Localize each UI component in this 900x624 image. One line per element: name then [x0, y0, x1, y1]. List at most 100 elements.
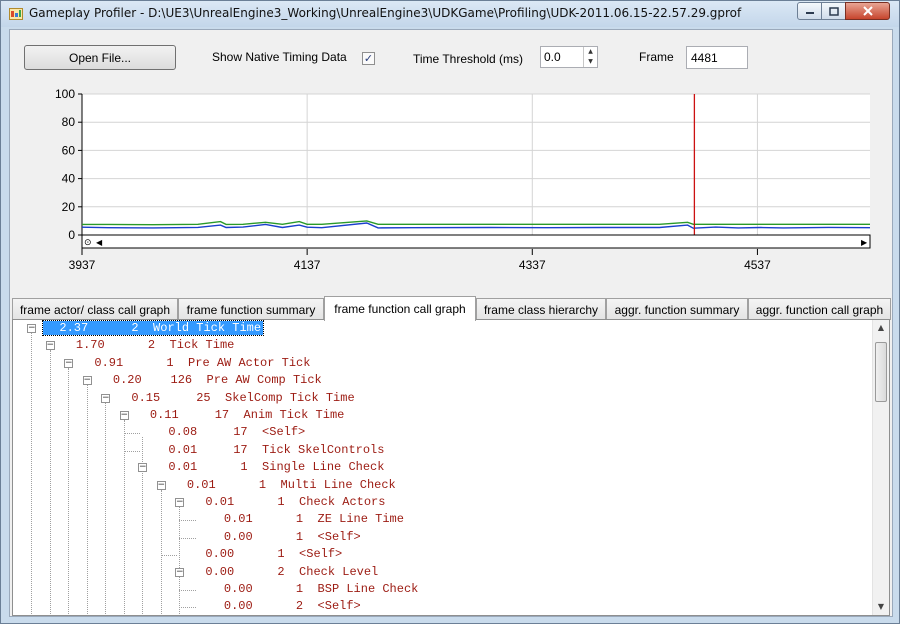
tree-row[interactable]: 0.00 1 <Self> [191, 546, 342, 563]
tree-row-name: SkelComp Tick Time [210, 390, 355, 405]
tree-row-time: 0.20 [98, 373, 142, 388]
tree-collapse-icon[interactable]: − [138, 463, 147, 473]
tree-row-name: Check Level [284, 564, 379, 579]
tree-row-count: 2 [234, 564, 285, 579]
tree-row[interactable]: 0.00 2 Check Level [191, 564, 378, 581]
tree-row[interactable]: 0.01 17 Tick SkelControls [154, 442, 384, 459]
tab-frame-function-call-graph[interactable]: frame function call graph [324, 296, 476, 321]
minimize-icon [805, 12, 814, 14]
y-tick-label: 80 [62, 115, 76, 129]
tree-row-name: Single Line Check [247, 460, 385, 475]
close-icon [862, 6, 873, 16]
tree-row[interactable]: 0.01 1 Single Line Check [154, 459, 384, 476]
tree-row-name: <Self> [284, 547, 343, 562]
tree-row[interactable]: 0.15 25 SkelComp Tick Time [117, 390, 355, 407]
tree-row[interactable]: 0.08 17 <Self> [154, 424, 305, 441]
tree-row-text: 0.20 126 Pre AW Comp Tick [99, 373, 322, 387]
tree-row-name: <Self> [303, 599, 361, 614]
chart-scrollbar[interactable] [81, 234, 871, 249]
tab-aggr-function-call-graph[interactable]: aggr. function call graph [748, 298, 891, 320]
time-threshold-input[interactable]: 0.0 ▲ ▼ [540, 46, 598, 68]
y-tick-label: 60 [62, 143, 76, 157]
tree-row-name: Check Actors [284, 495, 386, 509]
tree-row-time: 0.15 [117, 390, 161, 405]
y-tick-label: 20 [62, 200, 76, 214]
spin-up-button[interactable]: ▲ [583, 47, 597, 57]
show-native-checkbox[interactable]: ✓ [362, 52, 375, 65]
tree-row-time: 0.00 [191, 564, 235, 579]
tree-row-count: 1 [197, 460, 248, 475]
close-button[interactable] [845, 2, 890, 20]
tree-row[interactable]: 0.20 126 Pre AW Comp Tick [99, 372, 322, 389]
scroll-up-arrow[interactable]: ▲ [873, 320, 889, 336]
scroll-down-arrow[interactable]: ▼ [873, 599, 889, 615]
tree-collapse-icon[interactable]: − [175, 567, 184, 577]
maximize-button[interactable] [821, 2, 846, 20]
frame-input[interactable]: 4481 [686, 46, 748, 69]
tree-row-time: 0.01 [154, 460, 198, 475]
tree-connector [179, 607, 196, 609]
tree-row[interactable]: 1.70 2 Tick Time [62, 337, 234, 354]
tree-collapse-icon[interactable]: − [45, 341, 55, 351]
tree-collapse-icon[interactable]: − [175, 498, 184, 507]
tree-collapse-icon[interactable]: − [119, 411, 129, 420]
tree-guide-line [123, 420, 125, 615]
call-graph-tree[interactable]: − 2.37 2 World Tick Time − 1.70 2 Tick Ti… [12, 319, 890, 616]
view-tabs: frame actor/ class call graph frame funct… [12, 296, 892, 321]
tree-row-time: 2.37 [45, 321, 89, 335]
tab-aggr-function-summary[interactable]: aggr. function summary [606, 298, 748, 320]
plot-area [82, 94, 870, 235]
tree-collapse-icon[interactable]: − [156, 480, 166, 490]
tree-row-count: 25 [160, 390, 211, 405]
tree-row-text: 0.00 1 <Self> [210, 530, 361, 544]
tree-guide-line [105, 402, 106, 615]
tree-connector [179, 520, 196, 522]
timing-chart-svg: 0 20 40 60 80 100 3937 4137 4337 4537 ⊙ ◀ ▶ [55, 87, 871, 272]
tab-frame-function-summary[interactable]: frame function summary [178, 298, 324, 320]
tree-row-time: 0.01 [172, 477, 216, 492]
tree-collapse-icon[interactable]: − [82, 376, 92, 386]
tree-row[interactable]: 0.01 1 ZE Line Time [210, 511, 404, 528]
tab-frame-actor-class-call-graph[interactable]: frame actor/ class call graph [12, 298, 178, 320]
minimize-button[interactable] [797, 2, 822, 20]
spin-down-button[interactable]: ▼ [583, 57, 597, 67]
tree-row-time: 0.00 [209, 582, 253, 596]
timing-chart[interactable]: 0 20 40 60 80 100 3937 4137 4337 4537 ⊙ ◀ ▶ [50, 86, 890, 276]
scroll-right-arrow[interactable]: ▶ [861, 238, 868, 247]
scroll-left-arrow[interactable]: ◀ [96, 238, 103, 247]
tree-collapse-icon[interactable]: − [27, 324, 36, 333]
tree-guide-line [31, 333, 32, 615]
tree-row[interactable]: 0.01 1 Multi Line Check [173, 477, 396, 494]
title-bar[interactable]: Gameplay Profiler - D:\UE3\UnrealEngine3… [1, 1, 899, 27]
tab-frame-class-hierarchy[interactable]: frame class hierarchy [476, 298, 606, 320]
tree-row-count: 1 [234, 547, 285, 562]
tree-row-time: 0.01 [191, 495, 235, 509]
tree-row[interactable]: 0.91 1 Pre AW Actor Tick [80, 355, 310, 372]
tree-collapse-icon[interactable]: − [64, 358, 73, 368]
maximize-icon [828, 6, 839, 16]
time-threshold-label: Time Threshold (ms) [413, 52, 524, 66]
tree-row-count: 1 [215, 477, 267, 492]
tree-row-name: World Tick Time [138, 321, 262, 335]
tree-row-text: 0.00 2 <Self> [210, 599, 361, 613]
tree-row-count: 1 [252, 529, 304, 544]
y-tick-label: 40 [62, 172, 76, 186]
tree-row[interactable]: 0.00 1 BSP Line Check [209, 581, 418, 598]
scroll-thumb[interactable] [875, 342, 887, 402]
tree-row[interactable]: 0.01 1 Check Actors [191, 494, 385, 511]
tree-row[interactable]: 0.00 1 <Self> [210, 529, 361, 546]
tree-row-time: 0.08 [154, 425, 198, 440]
main-panel: Open File... Show Native Timing Data ✓ T… [9, 29, 893, 617]
tree-row-count: 1 [252, 582, 304, 596]
open-file-button[interactable]: Open File... [24, 45, 176, 70]
tree-row[interactable]: 0.00 2 <Self> [210, 598, 361, 615]
tree-row[interactable]: 0.11 17 Anim Tick Time [136, 407, 344, 424]
tree-row[interactable]: 2.37 2 World Tick Time [41, 320, 265, 337]
tree-row-name: Pre AW Comp Tick [192, 373, 322, 388]
tree-row-name: Pre AW Actor Tick [173, 355, 311, 370]
scroll-grip-icon: ⊙ [84, 238, 92, 248]
tree-vertical-scrollbar[interactable]: ▲ ▼ [872, 320, 889, 615]
tree-row-time: 0.01 [209, 512, 253, 527]
tree-collapse-icon[interactable]: − [101, 393, 110, 403]
tree-row-text: 0.01 1 ZE Line Time [210, 512, 404, 526]
